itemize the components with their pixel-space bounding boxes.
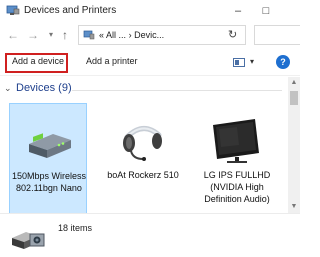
device-item[interactable]: 150Mbps Wireless 802.11bgn Nano	[9, 103, 87, 213]
device-item[interactable]: LG IPS FULLHD (NVIDIA High Definition Au…	[198, 103, 276, 213]
devices-printers-icon	[6, 5, 20, 15]
device-label: 150Mbps Wireless 802.11bgn Nano	[11, 171, 87, 193]
add-printer-button[interactable]: Add a printer	[86, 56, 138, 66]
scroll-up-icon[interactable]: ▲	[288, 77, 300, 89]
path-segment-current[interactable]: Devic...	[134, 30, 164, 40]
group-divider	[72, 90, 282, 91]
path-separator: ›	[128, 30, 132, 40]
chevron-down-icon[interactable]: ▾	[250, 57, 254, 66]
group-title: Devices (9)	[16, 82, 72, 94]
refresh-icon[interactable]: ↻	[228, 28, 237, 41]
device-label: LG IPS FULLHD (NVIDIA High Definition Au…	[203, 170, 271, 204]
path-segment-all[interactable]: All ...	[106, 30, 126, 40]
view-options-icon[interactable]	[233, 58, 245, 67]
status-bar: 18 items	[0, 213, 300, 257]
devices-content-pane: ⌄ Devices (9) 150Mbps Wireless 802.11bgn …	[0, 77, 288, 213]
back-arrow-icon[interactable]: ←	[6, 28, 20, 42]
scroll-thumb[interactable]	[290, 91, 298, 105]
path-prefix: «	[99, 30, 105, 40]
window-title: Devices and Printers	[24, 5, 117, 16]
devices-group-header[interactable]: ⌄ Devices (9)	[4, 82, 72, 94]
headset-icon	[123, 126, 162, 161]
chevron-down-icon[interactable]: ⌄	[4, 83, 12, 94]
scroll-down-icon[interactable]: ▼	[288, 201, 300, 213]
title-bar: Devices and Printers – □	[0, 0, 300, 22]
maximize-icon: □	[262, 5, 270, 17]
add-device-button[interactable]: Add a device	[12, 56, 64, 66]
device-item[interactable]: boAt Rockerz 510	[104, 103, 182, 213]
devices-printers-icon	[83, 30, 95, 40]
forward-arrow-icon[interactable]: →	[26, 28, 40, 42]
devices-printers-icon	[12, 232, 45, 249]
item-count: 18 items	[58, 223, 93, 233]
help-icon[interactable]: ?	[276, 55, 290, 69]
minimize-button[interactable]: –	[226, 2, 250, 20]
vertical-scrollbar[interactable]: ▲ ▼	[288, 77, 300, 213]
address-path-box[interactable]: « All ... › Devic... ▾	[78, 25, 299, 45]
maximize-button[interactable]: □	[254, 2, 278, 20]
minimize-icon: –	[234, 5, 242, 17]
search-input[interactable]	[254, 25, 300, 45]
address-bar: ← → ▾ ↑ « All ... › Devic... ▾ ↻	[0, 22, 300, 48]
monitor-icon	[213, 119, 259, 163]
network-adapter-icon	[29, 133, 71, 158]
up-arrow-icon[interactable]: ↑	[58, 28, 72, 42]
recent-locations-icon[interactable]: ▾	[44, 28, 58, 42]
address-path: « All ... › Devic...	[99, 30, 164, 40]
command-bar: Add a device Add a printer ▾ ?	[0, 50, 300, 76]
device-label: boAt Rockerz 510	[107, 170, 179, 180]
